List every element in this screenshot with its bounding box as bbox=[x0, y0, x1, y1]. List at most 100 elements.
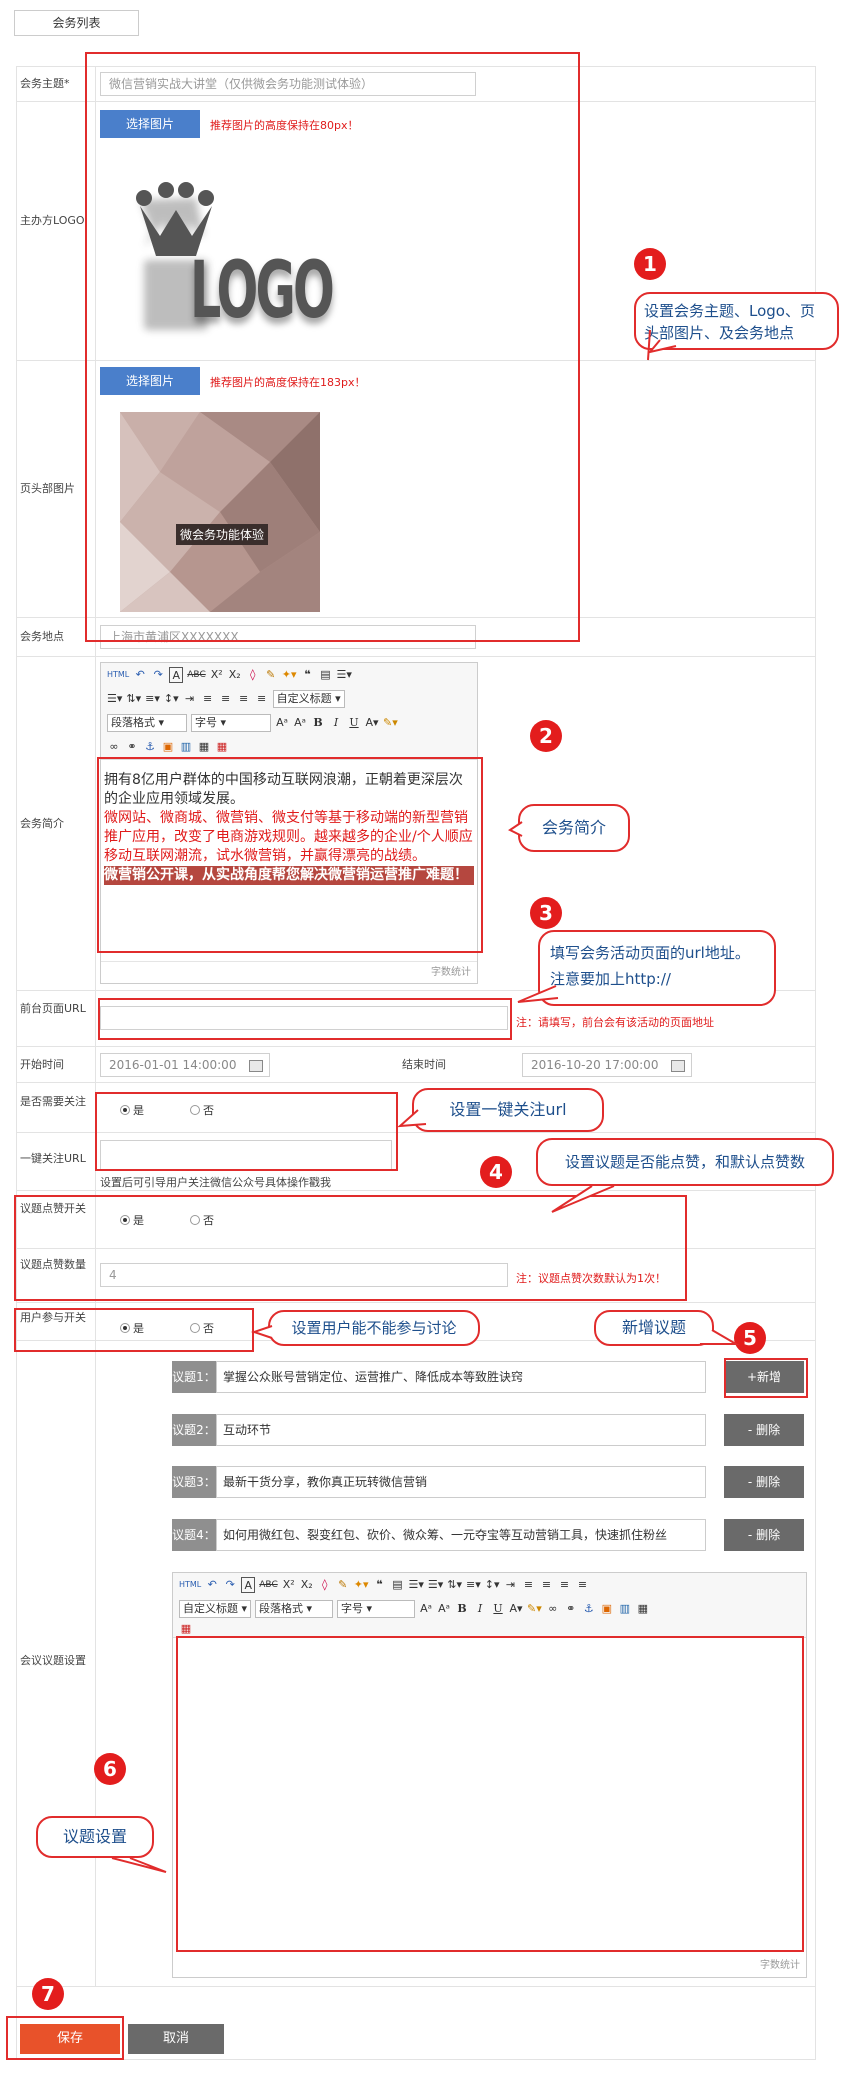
html-icon[interactable]: HTML bbox=[179, 1577, 201, 1593]
annotation-badge-5: 5 bbox=[734, 1322, 766, 1354]
word-count: 字数统计 bbox=[760, 1960, 800, 1971]
strike-icon[interactable]: ABC bbox=[187, 667, 205, 683]
paste-icon[interactable]: ▤ bbox=[318, 667, 332, 683]
ordered-list-icon[interactable]: ☰▾ bbox=[336, 667, 351, 683]
redo-icon[interactable]: ↷ bbox=[223, 1577, 237, 1593]
custom-title-select[interactable]: 自定义标题 ▾ bbox=[179, 1600, 252, 1618]
topic-input[interactable]: 如何用微红包、裂变红包、砍价、微众筹、一元夺宝等互动营销工具，快速抓住粉丝 bbox=[216, 1519, 706, 1551]
line-height-icon[interactable]: ↕▾ bbox=[164, 691, 179, 707]
align-left-icon[interactable]: ≡ bbox=[522, 1577, 536, 1593]
font-increase-icon[interactable]: Aᵃ bbox=[275, 715, 289, 731]
end-time-input[interactable]: 2016-10-20 17:00:00 bbox=[522, 1053, 692, 1077]
redo-icon[interactable]: ↷ bbox=[151, 667, 165, 683]
paste-icon[interactable]: ▤ bbox=[390, 1577, 404, 1593]
highlight-box-intro bbox=[97, 757, 483, 953]
align-justify-icon[interactable]: ≡ bbox=[576, 1577, 590, 1593]
background-color-icon[interactable]: ✎▾ bbox=[383, 715, 398, 731]
undo-icon[interactable]: ↶ bbox=[133, 667, 147, 683]
link-icon[interactable]: ∞ bbox=[546, 1601, 560, 1617]
delete-table-icon[interactable]: ▦ bbox=[179, 1621, 193, 1637]
image-icon[interactable]: ▣ bbox=[600, 1601, 614, 1617]
align-right-icon[interactable]: ≡ bbox=[558, 1577, 572, 1593]
delete-topic-button[interactable]: - 删除 bbox=[724, 1519, 804, 1551]
brush-icon[interactable]: ✎ bbox=[336, 1577, 350, 1593]
calendar-icon[interactable] bbox=[249, 1060, 263, 1072]
strike-icon[interactable]: ABC bbox=[259, 1577, 277, 1593]
font-a-icon[interactable]: A bbox=[241, 1577, 256, 1593]
paragraph-format-select[interactable]: 段落格式 ▾ bbox=[107, 714, 187, 732]
topic-input[interactable]: 最新干货分享，教你真正玩转微信营销 bbox=[216, 1466, 706, 1498]
label-need-follow: 是否需要关注 bbox=[20, 1095, 86, 1108]
paragraph-format-select[interactable]: 段落格式 ▾ bbox=[255, 1600, 334, 1618]
anchor-icon[interactable]: ⚓ bbox=[582, 1601, 596, 1617]
image-icon[interactable]: ▣ bbox=[161, 739, 175, 755]
superscript-icon[interactable]: X² bbox=[210, 667, 224, 683]
background-color-icon[interactable]: ✎▾ bbox=[527, 1601, 542, 1617]
subscript-icon[interactable]: X₂ bbox=[228, 667, 242, 683]
custom-title-select[interactable]: 自定义标题 ▾ bbox=[272, 690, 345, 708]
line-height-icon[interactable]: ↕▾ bbox=[485, 1577, 500, 1593]
font-color-icon[interactable]: A▾ bbox=[509, 1601, 523, 1617]
align-center-icon[interactable]: ≡ bbox=[540, 1577, 554, 1593]
quote-icon[interactable]: ❝ bbox=[300, 667, 314, 683]
para-before-icon[interactable]: ≡▾ bbox=[145, 691, 160, 707]
calendar-icon[interactable] bbox=[671, 1060, 685, 1072]
topic-input[interactable]: 互动环节 bbox=[216, 1414, 706, 1446]
font-increase-icon[interactable]: Aᵃ bbox=[419, 1601, 433, 1617]
para-before-icon[interactable]: ≡▾ bbox=[466, 1577, 481, 1593]
ordered-list-icon[interactable]: ☰▾ bbox=[408, 1577, 423, 1593]
row-spacing-icon[interactable]: ⇅▾ bbox=[447, 1577, 462, 1593]
italic-icon[interactable]: I bbox=[473, 1601, 487, 1617]
subscript-icon[interactable]: X₂ bbox=[300, 1577, 314, 1593]
undo-icon[interactable]: ↶ bbox=[205, 1577, 219, 1593]
unlink-icon[interactable]: ⚭ bbox=[125, 739, 139, 755]
eraser-icon[interactable]: ◊ bbox=[246, 667, 260, 683]
html-icon[interactable]: HTML bbox=[107, 667, 129, 683]
indent-icon[interactable]: ⇥ bbox=[504, 1577, 518, 1593]
font-color-icon[interactable]: A▾ bbox=[365, 715, 379, 731]
cancel-button[interactable]: 取消 bbox=[128, 2024, 224, 2054]
magic-icon[interactable]: ✦▾ bbox=[282, 667, 297, 683]
align-justify-icon[interactable]: ≡ bbox=[255, 691, 269, 707]
video-icon[interactable]: ▥ bbox=[179, 739, 193, 755]
follow-help-link[interactable]: 设置后可引导用户关注微信公众号具体操作戳我 bbox=[100, 1174, 331, 1190]
table-icon[interactable]: ▦ bbox=[636, 1601, 650, 1617]
superscript-icon[interactable]: X² bbox=[282, 1577, 296, 1593]
url-note: 注：请填写，前台会有该活动的页面地址 bbox=[516, 1016, 714, 1029]
align-right-icon[interactable]: ≡ bbox=[237, 691, 251, 707]
font-size-select[interactable]: 字号 ▾ bbox=[191, 714, 271, 732]
start-time-input[interactable]: 2016-01-01 14:00:00 bbox=[100, 1053, 270, 1077]
indent-icon[interactable]: ⇥ bbox=[183, 691, 197, 707]
unlink-icon[interactable]: ⚭ bbox=[564, 1601, 578, 1617]
bold-icon[interactable]: B bbox=[311, 715, 325, 731]
unordered-list-icon[interactable]: ☰▾ bbox=[428, 1577, 443, 1593]
label-intro: 会务简介 bbox=[20, 817, 64, 830]
underline-icon[interactable]: U bbox=[491, 1601, 505, 1617]
video-icon[interactable]: ▥ bbox=[618, 1601, 632, 1617]
font-size-select[interactable]: 字号 ▾ bbox=[337, 1600, 416, 1618]
italic-icon[interactable]: I bbox=[329, 715, 343, 731]
align-center-icon[interactable]: ≡ bbox=[219, 691, 233, 707]
anchor-icon[interactable]: ⚓ bbox=[143, 739, 157, 755]
font-decrease-icon[interactable]: Aᵃ bbox=[437, 1601, 451, 1617]
delete-table-icon[interactable]: ▦ bbox=[215, 739, 229, 755]
font-decrease-icon[interactable]: Aᵃ bbox=[293, 715, 307, 731]
link-icon[interactable]: ∞ bbox=[107, 739, 121, 755]
eraser-icon[interactable]: ◊ bbox=[318, 1577, 332, 1593]
unordered-list-icon[interactable]: ☰▾ bbox=[107, 691, 122, 707]
word-count: 字数统计 bbox=[101, 961, 477, 983]
brush-icon[interactable]: ✎ bbox=[264, 667, 278, 683]
delete-topic-button[interactable]: - 删除 bbox=[724, 1466, 804, 1498]
quote-icon[interactable]: ❝ bbox=[372, 1577, 386, 1593]
row-divider bbox=[16, 1082, 816, 1083]
tab-meeting-list[interactable]: 会务列表 bbox=[14, 10, 139, 36]
magic-icon[interactable]: ✦▾ bbox=[354, 1577, 369, 1593]
topic-input[interactable]: 掌握公众账号营销定位、运营推广、降低成本等致胜诀窍 bbox=[216, 1361, 706, 1393]
delete-topic-button[interactable]: - 删除 bbox=[724, 1414, 804, 1446]
align-left-icon[interactable]: ≡ bbox=[201, 691, 215, 707]
table-icon[interactable]: ▦ bbox=[197, 739, 211, 755]
font-a-icon[interactable]: A bbox=[169, 667, 184, 683]
bold-icon[interactable]: B bbox=[455, 1601, 469, 1617]
row-spacing-icon[interactable]: ⇅▾ bbox=[126, 691, 141, 707]
underline-icon[interactable]: U bbox=[347, 715, 361, 731]
